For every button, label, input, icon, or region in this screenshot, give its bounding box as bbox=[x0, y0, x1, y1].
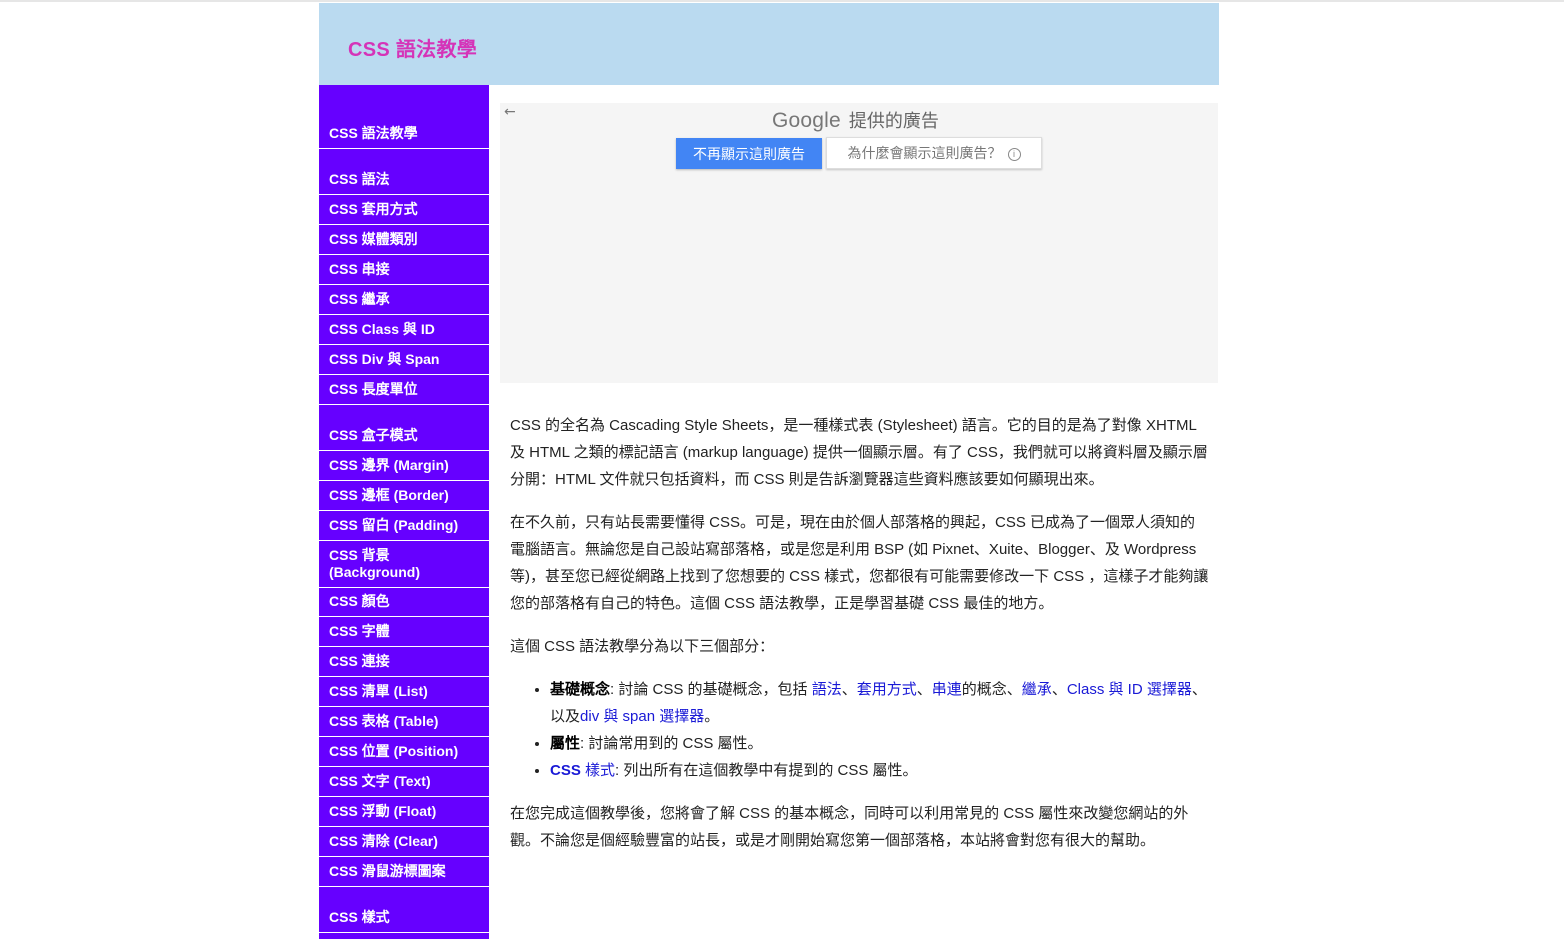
link-syntax[interactable]: 語法 bbox=[812, 681, 842, 698]
sidebar-item-media-types[interactable]: CSS 媒體類別 bbox=[319, 225, 489, 255]
link-inheritance[interactable]: 繼承 bbox=[1022, 681, 1052, 698]
list-separator: 、 bbox=[841, 681, 857, 698]
sidebar-item-css-tutorial[interactable]: CSS 語法教學 bbox=[319, 119, 489, 149]
sidebar-item-float[interactable]: CSS 浮動 (Float) bbox=[319, 797, 489, 827]
sidebar-item-table[interactable]: CSS 表格 (Table) bbox=[319, 707, 489, 737]
why-this-ad-button[interactable]: 為什麼會顯示這則廣告？ i bbox=[826, 137, 1042, 169]
sidebar-item-position[interactable]: CSS 位置 (Position) bbox=[319, 737, 489, 767]
link-css-styles-bold[interactable]: CSS bbox=[550, 762, 581, 779]
sidebar-item-font[interactable]: CSS 字體 bbox=[319, 617, 489, 647]
sections-intro: 這個 CSS 語法教學分為以下三個部分： bbox=[510, 638, 775, 655]
page: CSS 語法教學 CSS 語法教學 CSS 語法 CSS 套用方式 CSS 媒體… bbox=[319, 3, 1219, 939]
sidebar-item-border[interactable]: CSS 邊框 (Border) bbox=[319, 481, 489, 511]
sidebar-nav: CSS 語法教學 CSS 語法 CSS 套用方式 CSS 媒體類別 CSS 串接… bbox=[319, 85, 489, 939]
stop-seeing-ad-button[interactable]: 不再顯示這則廣告 bbox=[676, 138, 822, 169]
ad-provider-label: Google 提供的廣告 bbox=[772, 107, 939, 133]
link-how-to-apply[interactable]: 套用方式 bbox=[857, 681, 917, 698]
list-text: 。 bbox=[704, 708, 720, 725]
list-text: : 討論 CSS 的基礎概念，包括 bbox=[610, 681, 812, 698]
link-div-span[interactable]: div 與 span 選擇器 bbox=[580, 708, 704, 725]
sidebar-item-box-model[interactable]: CSS 盒子模式 bbox=[319, 421, 489, 451]
link-cascade[interactable]: 串連 bbox=[932, 681, 962, 698]
sidebar-item-link[interactable]: CSS 連接 bbox=[319, 647, 489, 677]
list-text: : 討論常用到的 CSS 屬性。 bbox=[580, 735, 763, 752]
sidebar-item-cursor[interactable]: CSS 滑鼠游標圖案 bbox=[319, 857, 489, 887]
sidebar-item-styles[interactable]: CSS 樣式 bbox=[319, 903, 489, 933]
sidebar-item-text[interactable]: CSS 文字 (Text) bbox=[319, 767, 489, 797]
sidebar-item-list[interactable]: CSS 清單 (List) bbox=[319, 677, 489, 707]
sidebar-item-clear[interactable]: CSS 清除 (Clear) bbox=[319, 827, 489, 857]
term-properties: 屬性 bbox=[550, 735, 581, 752]
back-arrow-icon[interactable]: ← bbox=[504, 104, 516, 120]
list-separator: 、 bbox=[1051, 681, 1067, 698]
list-item-properties: 屬性: 討論常用到的 CSS 屬性。 bbox=[550, 730, 1210, 757]
ad-feedback-panel: ← Google 提供的廣告 不再顯示這則廣告 為什麼會顯示這則廣告？ i bbox=[500, 103, 1218, 383]
sections-list: 基礎概念: 討論 CSS 的基礎概念，包括 語法、套用方式、串連的概念、繼承、C… bbox=[510, 676, 1210, 784]
sidebar-item-length-units[interactable]: CSS 長度單位 bbox=[319, 375, 489, 405]
sidebar-item-cascade[interactable]: CSS 串接 bbox=[319, 255, 489, 285]
history-paragraph: 在不久前，只有站長需要懂得 CSS。可是，現在由於個人部落格的興起，CSS 已成… bbox=[510, 514, 1209, 612]
list-text: : 列出所有在這個教學中有提到的 CSS 屬性。 bbox=[615, 762, 918, 779]
sidebar-item-inheritance[interactable]: CSS 繼承 bbox=[319, 285, 489, 315]
list-item-styles: CSS 樣式: 列出所有在這個教學中有提到的 CSS 屬性。 bbox=[550, 757, 1210, 784]
info-icon: i bbox=[1007, 148, 1021, 161]
term-basics: 基礎概念 bbox=[550, 681, 611, 698]
ad-provider-text: 提供的廣告 bbox=[848, 111, 939, 131]
list-text: 的概念、 bbox=[961, 681, 1022, 698]
list-separator: 、 bbox=[916, 681, 932, 698]
list-item-basics: 基礎概念: 討論 CSS 的基礎概念，包括 語法、套用方式、串連的概念、繼承、C… bbox=[550, 676, 1210, 730]
sidebar-item-background[interactable]: CSS 背景 (Background) bbox=[319, 541, 489, 588]
link-css-styles[interactable]: 樣式 bbox=[581, 762, 615, 779]
sidebar-item-div-span[interactable]: CSS Div 與 Span bbox=[319, 345, 489, 375]
sidebar-item-how-to-apply[interactable]: CSS 套用方式 bbox=[319, 195, 489, 225]
google-logo: Google bbox=[772, 109, 841, 132]
site-header: CSS 語法教學 bbox=[319, 3, 1219, 85]
browser-top-border bbox=[0, 0, 1564, 2]
sidebar-item-padding[interactable]: CSS 留白 (Padding) bbox=[319, 511, 489, 541]
sidebar-item-margin[interactable]: CSS 邊界 (Margin) bbox=[319, 451, 489, 481]
article-body: CSS 的全名為 Cascading Style Sheets，是一種樣式表 (… bbox=[510, 412, 1210, 870]
sidebar-item-color[interactable]: CSS 顏色 bbox=[319, 587, 489, 617]
site-title[interactable]: CSS 語法教學 bbox=[348, 33, 477, 62]
link-class-id[interactable]: Class 與 ID 選擇器 bbox=[1067, 681, 1192, 698]
closing-paragraph: 在您完成這個教學後，您將會了解 CSS 的基本概念，同時可以利用常見的 CSS … bbox=[510, 805, 1189, 849]
sidebar-item-syntax[interactable]: CSS 語法 bbox=[319, 165, 489, 195]
why-this-ad-label: 為什麼會顯示這則廣告？ bbox=[847, 145, 1002, 161]
sidebar-item-class-id[interactable]: CSS Class 與 ID bbox=[319, 315, 489, 345]
intro-paragraph: CSS 的全名為 Cascading Style Sheets，是一種樣式表 (… bbox=[510, 417, 1208, 488]
